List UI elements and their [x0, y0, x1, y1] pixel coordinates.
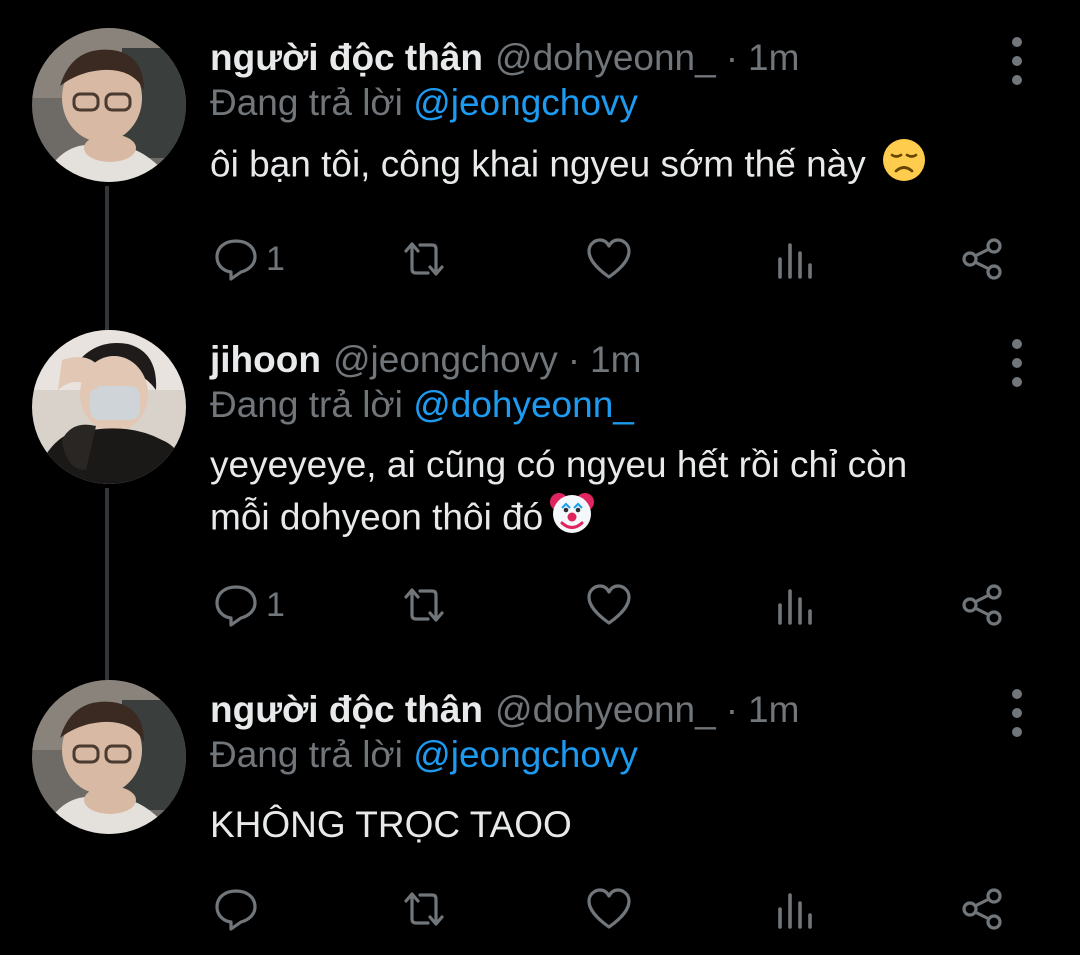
tweet-header: người độc thân @dohyeonn_ · 1m [210, 28, 799, 88]
retweet-icon [404, 588, 444, 622]
replying-label: Đang trả lời [210, 384, 403, 425]
display-name[interactable]: người độc thân [210, 37, 483, 79]
separator: · [567, 339, 581, 380]
like-button[interactable] [586, 234, 632, 284]
reply-count: 1 [266, 585, 285, 624]
like-icon [587, 238, 631, 279]
disappointed-face-icon [882, 138, 926, 195]
share-icon [962, 238, 1002, 280]
replying-label: Đang trả lời [210, 734, 403, 775]
tweet-text-line-2: mỗi dohyeon thôi đó [210, 490, 1010, 549]
timestamp[interactable]: 1m [748, 37, 799, 79]
more-icon[interactable] [1000, 34, 1034, 88]
views-button[interactable] [776, 234, 816, 284]
views-icon [778, 243, 812, 279]
avatar[interactable] [32, 680, 186, 834]
replying-to: Đang trả lời @dohyeonn_ [210, 384, 634, 426]
retweet-button[interactable] [400, 884, 448, 934]
views-icon [778, 589, 812, 625]
retweet-button[interactable] [400, 234, 448, 284]
more-icon[interactable] [1000, 686, 1034, 740]
tweet[interactable]: jihoon @jeongchovy · 1m Đang trả lời @do… [0, 330, 1080, 630]
clown-face-icon [549, 490, 595, 549]
retweet-icon [404, 242, 444, 276]
tweet-text-content: ôi bạn tôi, công khai ngyeu sớm thế này [210, 143, 866, 185]
like-icon [587, 888, 631, 929]
mention-link[interactable]: @jeongchovy [413, 734, 638, 775]
like-button[interactable] [586, 884, 632, 934]
display-name[interactable]: jihoon [210, 339, 321, 381]
tweet-actions: 1 [0, 580, 1080, 630]
replying-to: Đang trả lời @jeongchovy [210, 82, 638, 124]
tweet-actions [0, 884, 1080, 934]
timestamp[interactable]: 1m [590, 339, 641, 381]
timestamp[interactable]: 1m [748, 689, 799, 731]
replying-label: Đang trả lời [210, 82, 403, 123]
avatar[interactable] [32, 330, 186, 484]
reply-count: 1 [266, 239, 285, 278]
views-button[interactable] [776, 580, 816, 630]
separator: · [725, 37, 739, 78]
user-handle[interactable]: @dohyeonn_ [495, 689, 716, 731]
replying-to: Đang trả lời @jeongchovy [210, 734, 638, 776]
more-icon[interactable] [1000, 336, 1034, 390]
reply-button[interactable]: 1 [214, 234, 285, 284]
tweet[interactable]: người độc thân @dohyeonn_ · 1m Đang trả … [0, 680, 1080, 940]
avatar[interactable] [32, 28, 186, 182]
tweet-header: jihoon @jeongchovy · 1m [210, 330, 641, 390]
share-button[interactable] [960, 580, 1004, 630]
like-button[interactable] [586, 580, 632, 630]
retweet-icon [404, 892, 444, 926]
retweet-button[interactable] [400, 580, 448, 630]
mention-link[interactable]: @jeongchovy [413, 82, 638, 123]
reply-button[interactable]: 1 [214, 580, 285, 630]
tweet-actions: 1 [0, 234, 1080, 284]
tweet-text: KHÔNG TRỌC TAOO [210, 800, 1010, 850]
share-button[interactable] [960, 884, 1004, 934]
mention-link[interactable]: @dohyeonn_ [413, 384, 634, 425]
views-icon [778, 893, 812, 929]
tweet-text-content: KHÔNG TRỌC TAOO [210, 804, 572, 845]
share-button[interactable] [960, 234, 1004, 284]
tweet[interactable]: người độc thân @dohyeonn_ · 1m Đang trả … [0, 28, 1080, 298]
share-icon [962, 584, 1002, 626]
reply-button[interactable] [214, 884, 266, 934]
user-handle[interactable]: @dohyeonn_ [495, 37, 716, 79]
share-icon [962, 888, 1002, 930]
views-button[interactable] [776, 884, 816, 934]
tweet-text-line: mỗi dohyeon thôi đó [210, 496, 544, 538]
user-handle[interactable]: @jeongchovy [333, 339, 558, 381]
display-name[interactable]: người độc thân [210, 689, 483, 731]
like-icon [587, 584, 631, 625]
reply-icon [215, 239, 257, 281]
tweet-header: người độc thân @dohyeonn_ · 1m [210, 680, 799, 740]
separator: · [725, 689, 739, 730]
tweet-text: ôi bạn tôi, công khai ngyeu sớm thế này [210, 138, 1010, 195]
reply-icon [215, 889, 257, 931]
reply-icon [215, 585, 257, 627]
tweet-text: yeyeyeye, ai cũng có ngyeu hết rồi chỉ c… [210, 440, 1010, 549]
tweet-text-line: yeyeyeye, ai cũng có ngyeu hết rồi chỉ c… [210, 444, 908, 485]
